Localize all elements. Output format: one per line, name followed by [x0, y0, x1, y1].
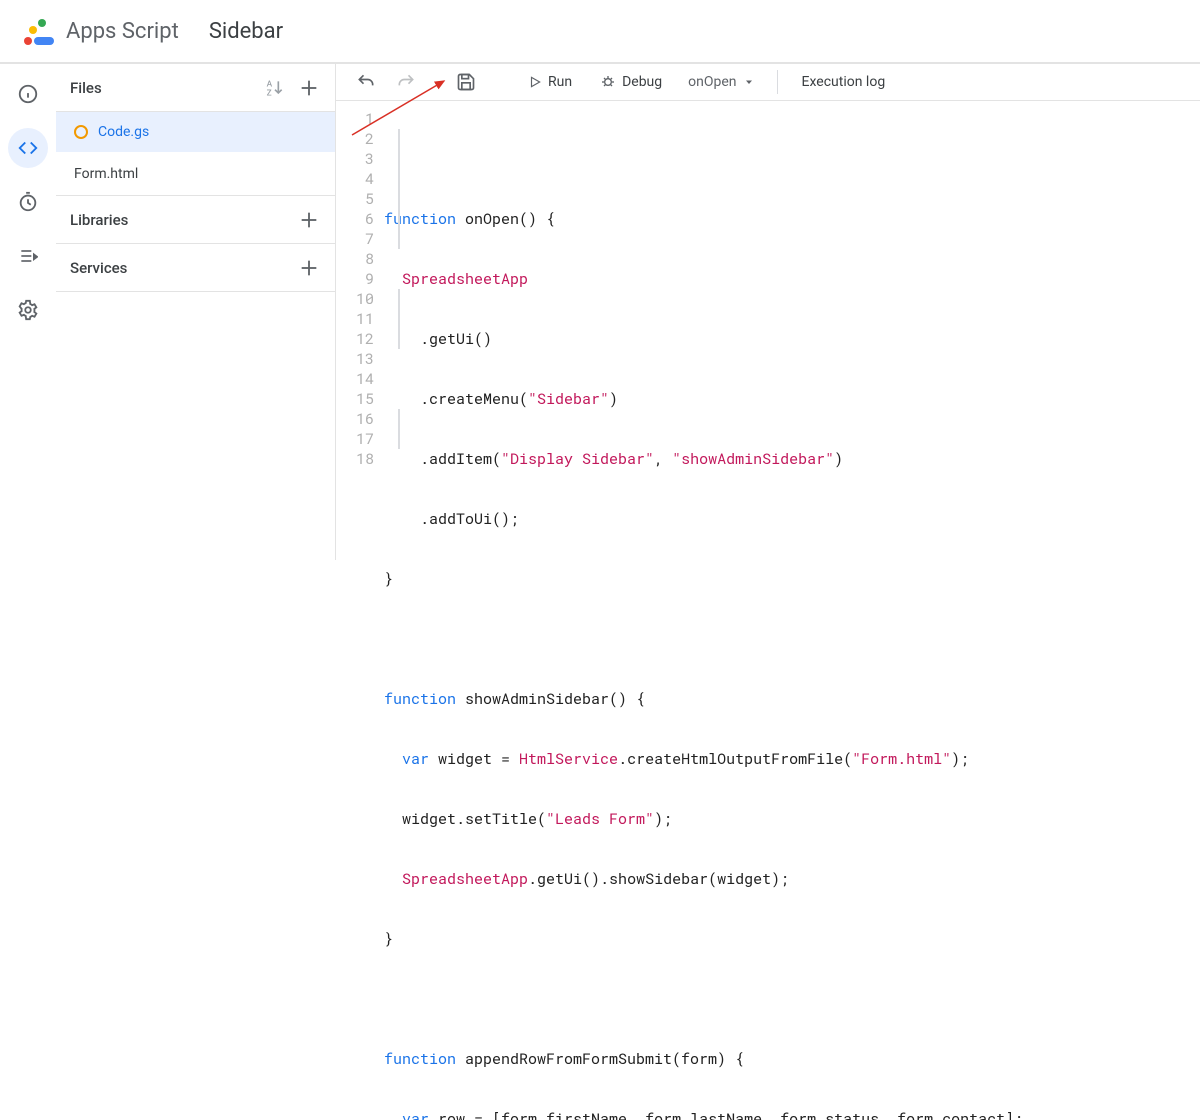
redo-button[interactable] — [388, 64, 424, 100]
execution-log-label: Execution log — [802, 74, 886, 90]
files-header: Files AZ — [56, 64, 335, 112]
files-label: Files — [70, 79, 102, 97]
libraries-header: Libraries — [56, 196, 335, 244]
gs-file-icon — [74, 125, 88, 139]
file-label: Code.gs — [98, 124, 149, 140]
file-form-html[interactable]: Form.html — [56, 152, 335, 196]
debug-button[interactable]: Debug — [588, 64, 674, 100]
top-bar: Apps Script Sidebar — [0, 0, 1200, 64]
add-file-button[interactable] — [297, 76, 321, 100]
triggers-nav[interactable] — [8, 182, 48, 222]
sort-files-button[interactable]: AZ — [263, 76, 287, 100]
debug-label: Debug — [622, 74, 662, 90]
file-label: Form.html — [74, 166, 138, 182]
save-button[interactable] — [448, 64, 484, 100]
code-content[interactable]: function onOpen() { SpreadsheetApp .getU… — [384, 109, 1200, 1120]
code-editor[interactable]: 123 456 789 101112 131415 161718 functio… — [336, 101, 1200, 1120]
selected-function: onOpen — [688, 74, 736, 90]
editor-pane: Run Debug onOpen Execution log 123 4 — [336, 64, 1200, 560]
services-header: Services — [56, 244, 335, 292]
libraries-label: Libraries — [70, 211, 128, 229]
undo-button[interactable] — [348, 64, 384, 100]
execution-log-button[interactable]: Execution log — [790, 64, 898, 100]
settings-nav[interactable] — [8, 290, 48, 330]
run-label: Run — [548, 74, 572, 90]
apps-script-logo-icon — [20, 13, 56, 49]
project-name[interactable]: Sidebar — [209, 19, 283, 44]
svg-text:Z: Z — [267, 88, 272, 98]
editor-toolbar: Run Debug onOpen Execution log — [336, 64, 1200, 101]
function-select[interactable]: onOpen — [678, 74, 764, 90]
separator — [777, 70, 778, 94]
file-code-gs[interactable]: Code.gs — [56, 112, 335, 152]
left-rail — [0, 64, 56, 560]
file-sidebar: Files AZ Code.gs Form.html Libraries Ser… — [56, 64, 336, 560]
line-gutter: 123 456 789 101112 131415 161718 — [336, 109, 384, 1120]
editor-nav[interactable] — [8, 128, 48, 168]
add-service-button[interactable] — [297, 256, 321, 280]
app-name-label: Apps Script — [66, 19, 179, 44]
chevron-down-icon — [743, 76, 755, 88]
main-area: Files AZ Code.gs Form.html Libraries Ser… — [0, 64, 1200, 560]
add-library-button[interactable] — [297, 208, 321, 232]
services-label: Services — [70, 259, 127, 277]
executions-nav[interactable] — [8, 236, 48, 276]
run-button[interactable]: Run — [516, 64, 584, 100]
overview-nav[interactable] — [8, 74, 48, 114]
